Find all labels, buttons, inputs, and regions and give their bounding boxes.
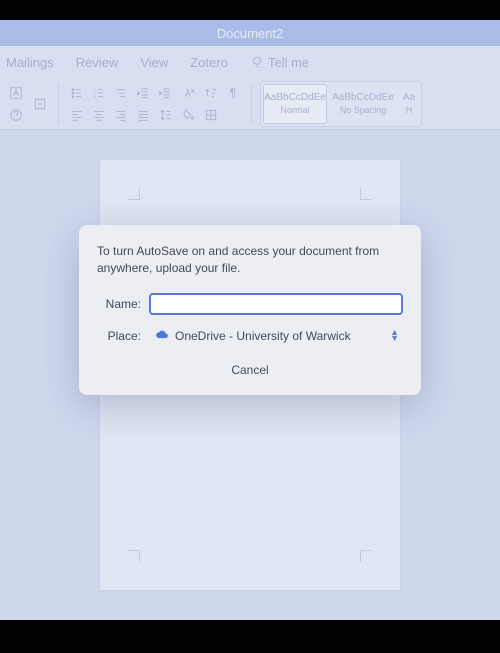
updown-icon: ▲▼: [390, 330, 399, 341]
dialog-message: To turn AutoSave on and access your docu…: [97, 243, 403, 277]
name-input[interactable]: [149, 293, 403, 315]
place-value: OneDrive - University of Warwick: [175, 329, 351, 343]
cloud-icon: [155, 328, 169, 343]
place-label: Place:: [97, 329, 141, 343]
cancel-button[interactable]: Cancel: [221, 359, 278, 381]
name-label: Name:: [97, 297, 141, 311]
autosave-dialog: To turn AutoSave on and access your docu…: [79, 225, 421, 395]
modal-overlay: To turn AutoSave on and access your docu…: [0, 20, 500, 620]
place-select[interactable]: OneDrive - University of Warwick ▲▼: [149, 325, 403, 347]
